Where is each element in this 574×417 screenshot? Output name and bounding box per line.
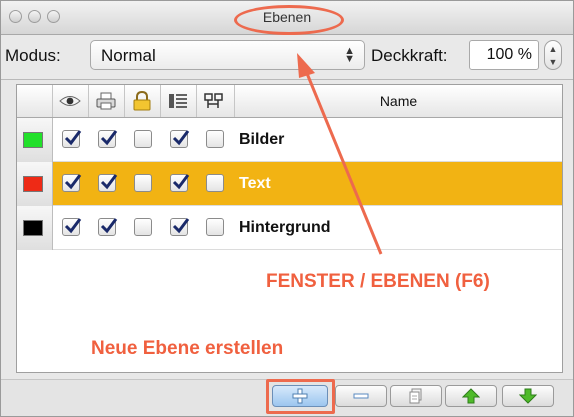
- annotation-arrow: [297, 53, 383, 255]
- layers-window: Ebenen Modus: Normal ▲ ▼ Deckkraft: 100 %…: [0, 0, 574, 417]
- arrowhead-icon: [297, 53, 315, 78]
